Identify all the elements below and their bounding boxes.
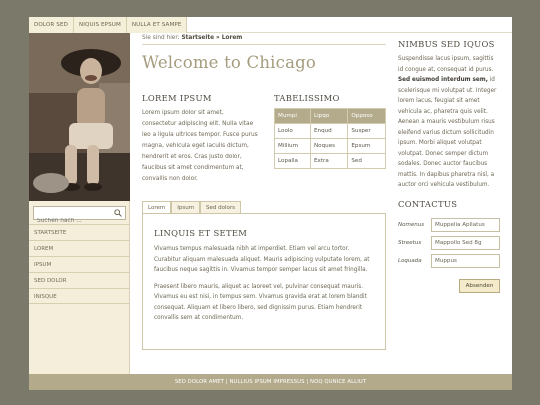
lorem-section: LOREM IPSUM Lorem ipsum dolor sit amet, … bbox=[142, 93, 258, 185]
table-cell: Lopalla bbox=[274, 153, 311, 169]
table-row: Loolo Enqud Susper bbox=[274, 123, 386, 139]
submit-button[interactable]: Absenden bbox=[459, 278, 500, 293]
tab-panel-heading: LINQUIS ET SETEM bbox=[154, 228, 248, 238]
table-cell: Epsum bbox=[347, 138, 386, 154]
table-header-row: Mumpi Lipqo Opposo bbox=[274, 108, 386, 124]
name-field[interactable] bbox=[431, 218, 500, 232]
city-field[interactable] bbox=[431, 254, 500, 268]
city-label: Loquada bbox=[398, 258, 422, 264]
table-cell: Millium bbox=[274, 138, 311, 154]
table-cell: Noques bbox=[309, 138, 349, 154]
name-label: Nomenus bbox=[398, 222, 425, 228]
sidebar-item-ipsum[interactable]: IPSUM bbox=[29, 256, 129, 272]
top-bar: DOLOR SED NIQUIS EPSUM NULLA ET SAMPE bbox=[29, 17, 512, 33]
tab-lorem[interactable]: Lorem bbox=[142, 201, 172, 213]
street-label: Streetus bbox=[398, 240, 422, 246]
table-cell: Extra bbox=[309, 153, 349, 169]
top-navigation: DOLOR SED NIQUIS EPSUM NULLA ET SAMPE bbox=[29, 17, 512, 33]
tab-ipsum[interactable]: Ipsum bbox=[171, 201, 201, 213]
table-cell: Susper bbox=[347, 123, 386, 139]
street-field[interactable] bbox=[431, 236, 500, 250]
data-table: Mumpi Lipqo Opposo Loolo Enqud Susper Mi… bbox=[274, 108, 386, 169]
table-heading: TABELISSIMO bbox=[274, 93, 340, 103]
woman-photo-image bbox=[29, 33, 130, 201]
table-header: Opposo bbox=[347, 108, 386, 124]
contact-heading: CONTACTUS bbox=[398, 198, 458, 209]
search-icon[interactable] bbox=[114, 209, 122, 217]
sidebar-item-sed-dolor[interactable]: SED DOLOR bbox=[29, 272, 129, 288]
tab-sed-dolors[interactable]: Sed dolors bbox=[200, 201, 242, 213]
sidebar-item-inisque[interactable]: INISQUE bbox=[29, 288, 129, 304]
tab-panel-paragraph: Praesent libero mauris, aliquet ac laore… bbox=[154, 283, 367, 322]
nimbus-text-before: Suspendisse lacus ipsum, sagittis id con… bbox=[398, 56, 494, 73]
form-row: Streetus bbox=[398, 236, 500, 251]
nimbus-heading: NIMBUS SED IQUOS bbox=[398, 39, 495, 49]
topnav-item-niquis-epsum[interactable]: NIQUIS EPSUM bbox=[74, 17, 127, 33]
topnav-item-nulla-et-sampe[interactable]: NULLA ET SAMPE bbox=[126, 17, 188, 33]
table-row: Millium Noques Epsum bbox=[274, 138, 386, 154]
page-container: DOLOR SED NIQUIS EPSUM NULLA ET SAMPE Su… bbox=[29, 17, 512, 390]
form-row: Nomenus bbox=[398, 218, 500, 233]
nimbus-text: Suspendisse lacus ipsum, sagittis id con… bbox=[398, 54, 500, 191]
left-sidebar: STARTSEITE LOREM IPSUM SED DOLOR INISQUE bbox=[29, 33, 130, 374]
sidebar-item-lorem[interactable]: LOREM bbox=[29, 240, 129, 256]
table-section: TABELISSIMO Mumpi Lipqo Opposo Loolo Enq… bbox=[274, 93, 386, 169]
breadcrumb-prefix: Sie sind hier: bbox=[142, 35, 180, 41]
breadcrumb-current[interactable]: Startseite » Lorem bbox=[181, 35, 242, 41]
header-photo bbox=[29, 33, 130, 201]
tab-bar: Lorem Ipsum Sed dolors bbox=[142, 201, 242, 213]
sidebar-item-startseite[interactable]: STARTSEITE bbox=[29, 224, 129, 240]
table-header: Lipqo bbox=[309, 108, 349, 124]
lorem-heading: LOREM IPSUM bbox=[142, 93, 212, 103]
nimbus-text-bold: Sed euismod interdum sem, bbox=[398, 77, 488, 83]
breadcrumb: Sie sind hier: Startseite » Lorem bbox=[142, 35, 386, 45]
contact-form: Nomenus Streetus Loquada Absenden bbox=[398, 218, 500, 293]
footer: SED DOLOR AMET | NULLIUS IPSUM IMPRESSUS… bbox=[29, 374, 512, 390]
form-row: Loquada bbox=[398, 254, 500, 269]
sidebar-menu: STARTSEITE LOREM IPSUM SED DOLOR INISQUE bbox=[29, 224, 129, 304]
table-cell: Loolo bbox=[274, 123, 311, 139]
page-title: Welcome to Chicago bbox=[142, 53, 316, 72]
tab-panel: LINQUIS ET SETEM Vivamus tempus malesuad… bbox=[142, 213, 386, 350]
tab-panel-paragraph: Vivamus tempus malesuada nibh at imperdi… bbox=[154, 246, 370, 273]
main-content: Sie sind hier: Startseite » Lorem Welcom… bbox=[142, 35, 386, 350]
table-cell: Sed bbox=[347, 153, 386, 169]
table-header: Mumpi bbox=[274, 108, 311, 124]
table-row: Lopalla Extra Sed bbox=[274, 153, 386, 169]
lorem-text: Lorem ipsum dolor sit amet, consectetur … bbox=[142, 110, 258, 182]
nimbus-text-after: id scelerisque mi volutpat ut. Integer l… bbox=[398, 77, 497, 188]
topnav-item-dolor-sed[interactable]: DOLOR SED bbox=[29, 17, 74, 33]
search-box bbox=[33, 206, 126, 227]
table-cell: Enqud bbox=[309, 123, 349, 139]
right-sidebar: NIMBUS SED IQUOS Suspendisse lacus ipsum… bbox=[398, 39, 500, 293]
